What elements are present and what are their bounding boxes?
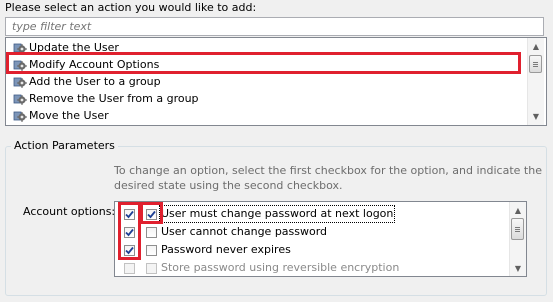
state-checkbox[interactable]: [146, 262, 157, 274]
action-item-add-to-group[interactable]: Add the User to a group: [13, 73, 161, 90]
action-list-scrollbar[interactable]: ▲ ▼: [527, 38, 544, 125]
action-item-modify-account-options[interactable]: Modify Account Options: [13, 56, 159, 73]
gear-icon: [13, 109, 27, 123]
select-checkbox[interactable]: [124, 208, 135, 220]
action-item-label: Move the User: [29, 109, 109, 122]
action-list[interactable]: Update the User Modify Account Options A…: [5, 37, 547, 126]
group-title: Action Parameters: [11, 139, 118, 153]
action-item-label: Add the User to a group: [29, 75, 161, 88]
hint-text: To change an option, select the first ch…: [114, 164, 542, 192]
option-row[interactable]: User must change password at next logon: [115, 205, 526, 223]
scroll-thumb[interactable]: [511, 218, 524, 240]
action-item-label: Remove the User from a group: [29, 92, 199, 105]
scroll-down-icon[interactable]: ▼: [510, 260, 526, 276]
option-row[interactable]: User cannot change password: [115, 223, 526, 241]
state-checkbox[interactable]: [146, 244, 157, 256]
option-row[interactable]: Password never expires: [115, 241, 526, 259]
scroll-up-icon[interactable]: ▲: [510, 202, 526, 218]
scroll-thumb[interactable]: [529, 55, 542, 73]
action-item-label: Update the User: [29, 41, 119, 54]
action-item-update-user[interactable]: Update the User: [13, 39, 119, 56]
gear-icon: [13, 92, 27, 106]
action-item-move-user[interactable]: Move the User: [13, 107, 109, 124]
option-label: Password never expires: [161, 243, 291, 256]
option-label: User cannot change password: [161, 225, 328, 238]
option-label: Store password using reversible encrypti…: [161, 261, 400, 274]
select-checkbox[interactable]: [124, 226, 135, 238]
gear-icon: [13, 58, 27, 72]
select-checkbox[interactable]: [124, 262, 135, 274]
gear-icon: [13, 75, 27, 89]
scroll-up-icon[interactable]: ▲: [528, 38, 544, 54]
option-label: User must change password at next logon: [158, 205, 396, 223]
select-checkbox[interactable]: [124, 244, 135, 256]
options-scrollbar[interactable]: ▲ ▼: [509, 202, 526, 276]
filter-input[interactable]: [5, 17, 544, 36]
state-checkbox[interactable]: [146, 208, 157, 220]
option-row[interactable]: Store password using reversible encrypti…: [115, 259, 526, 276]
action-prompt: Please select an action you would like t…: [5, 1, 257, 14]
action-item-label: Modify Account Options: [29, 58, 160, 71]
gear-icon: [13, 41, 27, 55]
scroll-down-icon[interactable]: ▼: [528, 108, 544, 124]
action-item-remove-from-group[interactable]: Remove the User from a group: [13, 90, 199, 107]
state-checkbox[interactable]: [146, 226, 157, 238]
account-options-label: Account options:: [23, 205, 116, 218]
account-options-list[interactable]: User must change password at next logon …: [114, 201, 527, 277]
